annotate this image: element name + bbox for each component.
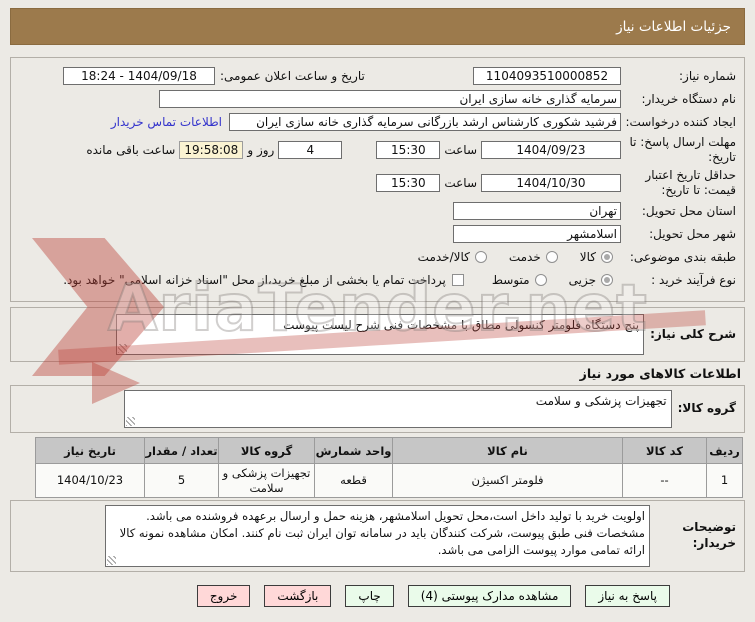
announce-datetime-field[interactable]: 1404/09/18 - 18:24 [63,67,215,85]
buyer-org-label: نام دستگاه خریدار: [641,91,737,106]
row-price-validity: حداقل تاریخ اعتبار قیمت: تا تاریخ: 1404/… [19,168,736,198]
need-details-page: جزئیات اطلاعات نیاز شماره نیاز: 11040935… [0,0,755,622]
classification-label: طبقه بندی موضوعی: [629,249,736,264]
goods-group-panel: گروه کالا: تجهیزات پزشکی و سلامت [10,385,745,433]
price-validity-hour-label: ساعت [444,176,477,190]
response-deadline-hour-label: ساعت [444,143,477,157]
countdown-timer: 19:58:08 [179,141,244,159]
radio-service[interactable] [545,251,558,263]
need-description-label: شرح کلی نیاز: [650,326,736,341]
resize-handle-icon[interactable] [125,417,135,426]
radio-partial[interactable] [601,274,613,286]
request-creator-field[interactable]: فرشید شکوری کارشناس ارشد بازرگانی سرمایه… [229,113,621,131]
radio-service-label: خدمت [508,250,541,264]
goods-group-text: تجهیزات پزشکی و سلامت [535,394,667,408]
request-creator-label: ایجاد کننده درخواست: [625,114,736,129]
table-header-row: ردیف کد کالا نام کالا واحد شمارش گروه کا… [35,437,743,464]
radio-goods-label: کالا [579,250,596,264]
cell-row-number: 1 [706,463,743,498]
price-validity-date-field[interactable]: 1404/10/30 [481,174,621,192]
radio-goods-service-label: کالا/خدمت [417,250,470,264]
radio-goods[interactable] [601,251,613,263]
col-row-number: ردیف [706,437,743,464]
row-need-number: شماره نیاز: 1104093510000852 تاریخ و ساع… [19,66,736,86]
buyer-notes-label: توضیحات خریدار: [682,520,736,550]
row-city: شهر محل تحویل: اسلامشهر [19,224,736,244]
need-description-text: پنج دستگاه فلومتر کنسولی مطاق با مشخصات … [283,318,640,332]
print-button[interactable]: چاپ [345,585,394,607]
buyer-notes-textarea[interactable]: اولویت خرید با تولید داخل است،محل تحویل … [105,505,650,567]
buyer-notes-panel: توضیحات خریدار: اولویت خرید با تولید داخ… [10,500,745,572]
need-description-textarea[interactable]: پنج دستگاه فلومتر کنسولی مطاق با مشخصات … [116,314,645,355]
buyer-org-field[interactable]: سرمایه گذاری خانه سازی ایران [159,90,621,108]
table-row: 1 -- فلومتر اکسیژن قطعه تجهیزات پزشکی و … [35,463,743,498]
col-item-name: نام کالا [392,437,623,464]
city-label: شهر محل تحویل: [649,226,736,241]
row-classification: طبقه بندی موضوعی: کالا خدمت کالا/خدمت [19,247,736,267]
cell-unit: قطعه [314,463,393,498]
province-field[interactable]: تهران [453,202,621,220]
response-deadline-date-field[interactable]: 1404/09/23 [481,141,621,159]
treasury-checkbox[interactable] [451,274,464,286]
exit-button[interactable]: خروج [196,585,251,607]
page-title: جزئیات اطلاعات نیاز [616,18,731,35]
goods-section-heading: اطلاعات کالاهای مورد نیاز [579,366,741,381]
buyer-notes-text: اولویت خرید با تولید داخل است،محل تحویل … [119,509,645,557]
col-need-date: تاریخ نیاز [35,437,145,464]
col-item-code: کد کالا [622,437,707,464]
response-deadline-label: مهلت ارسال پاسخ: تا تاریخ: [629,135,736,164]
radio-medium-label: متوسط [491,273,530,287]
cell-item-name: فلومتر اکسیژن [392,463,623,498]
resize-handle-icon[interactable] [107,556,116,565]
price-validity-time-field[interactable]: 15:30 [376,174,441,192]
action-button-row: پاسخ به نیاز مشاهده مدارک پیوستی (4) چاپ… [196,585,670,607]
col-unit: واحد شمارش [314,437,393,464]
need-description-panel: شرح کلی نیاز: پنج دستگاه فلومتر کنسولی م… [10,307,745,362]
price-validity-label: حداقل تاریخ اعتبار قیمت: تا تاریخ: [645,168,736,197]
col-group: گروه کالا [218,437,315,464]
cell-need-date: 1404/10/23 [35,463,145,498]
city-field[interactable]: اسلامشهر [453,225,621,243]
radio-partial-label: جزیی [568,273,596,287]
need-number-field[interactable]: 1104093510000852 [473,67,621,85]
treasury-checkbox-label: پرداخت تمام یا بخشی از مبلغ خرید،از محل … [63,273,446,287]
cell-quantity: 5 [144,463,219,498]
reply-to-need-button[interactable]: پاسخ به نیاز [585,585,670,607]
radio-medium[interactable] [534,274,547,286]
goods-table: ردیف کد کالا نام کالا واحد شمارش گروه کا… [35,437,743,498]
row-response-deadline: مهلت ارسال پاسخ: تا تاریخ: 1404/09/23 سا… [19,135,736,165]
row-buyer-org: نام دستگاه خریدار: سرمایه گذاری خانه ساز… [19,89,736,109]
cell-group: تجهیزات پزشکی و سلامت [218,463,315,498]
row-request-creator: ایجاد کننده درخواست: فرشید شکوری کارشناس… [19,112,736,132]
row-process-type: نوع فرآیند خرید : جزیی متوسط پرداخت تمام… [19,270,736,290]
need-number-label: شماره نیاز: [679,68,736,83]
process-type-label: نوع فرآیند خرید : [651,272,736,287]
page-title-bar: جزئیات اطلاعات نیاز [10,8,745,45]
back-button[interactable]: بازگشت [264,585,332,607]
buyer-contact-link[interactable]: اطلاعات تماس خریدار [111,115,222,129]
goods-group-textarea[interactable]: تجهیزات پزشکی و سلامت [123,390,672,428]
resize-handle-icon[interactable] [118,344,128,353]
need-info-panel: شماره نیاز: 1104093510000852 تاریخ و ساع… [10,57,745,302]
response-deadline-time-field[interactable]: 15:30 [376,141,441,159]
col-quantity: تعداد / مقدار [144,437,219,464]
province-label: استان محل تحویل: [641,203,736,218]
announce-datetime-group: تاریخ و ساعت اعلان عمومی: 1404/09/18 - 1… [63,67,365,85]
announce-datetime-label: تاریخ و ساعت اعلان عمومی: [220,68,365,83]
remaining-hours-label: ساعت باقی مانده [86,143,176,157]
row-province: استان محل تحویل: تهران [19,201,736,221]
view-attachments-button[interactable]: مشاهده مدارک پیوستی (4) [407,585,572,607]
cell-item-code: -- [622,463,707,498]
radio-goods-service[interactable] [474,251,487,263]
days-label: روز و [247,143,275,157]
goods-group-label: گروه کالا: [677,401,736,416]
days-remaining-field[interactable]: 4 [278,141,343,159]
